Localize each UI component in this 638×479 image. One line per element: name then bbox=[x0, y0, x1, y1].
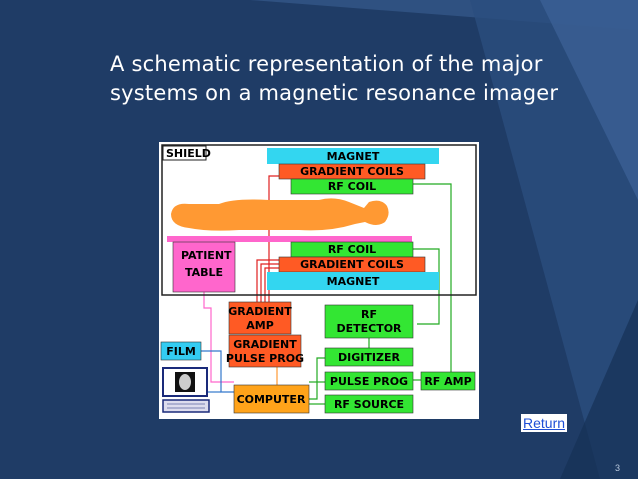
computer-label: COMPUTER bbox=[237, 393, 306, 406]
gradient-amp-label-line-2: AMP bbox=[246, 319, 274, 332]
film-label: FILM bbox=[166, 345, 196, 358]
gradient-coils-bottom-label: GRADIENT COILS bbox=[300, 258, 404, 271]
slide-title: A schematic representation of the major … bbox=[110, 50, 610, 108]
magnet-bottom-label: MAGNET bbox=[327, 275, 380, 288]
patient-figure bbox=[171, 198, 389, 231]
rf-detector-label-line-2: DETECTOR bbox=[336, 322, 402, 335]
gradient-pulse-prog-label-line-1: GRADIENT bbox=[233, 338, 297, 351]
rf-coil-bottom-label: RF COIL bbox=[328, 243, 376, 256]
rf-detector-label-line-1: RF bbox=[361, 308, 377, 321]
patient-table-label-line-1: PATIENT bbox=[181, 249, 232, 262]
gradient-pulse-prog-label-line-2: PULSE PROG bbox=[226, 352, 304, 365]
rf-amp-label: RF AMP bbox=[424, 375, 471, 388]
pulse-prog-label: PULSE PROG bbox=[330, 375, 408, 388]
mri-schematic-diagram: SHIELD MAGNET GRADIENT COILS RF COIL PAT… bbox=[159, 142, 479, 419]
connector-computer-to-digitizer bbox=[309, 357, 325, 400]
mri-scan-image-icon bbox=[179, 374, 191, 390]
rf-coil-top-label: RF COIL bbox=[328, 180, 376, 193]
rf-source-label: RF SOURCE bbox=[334, 398, 404, 411]
gradient-coils-top-label: GRADIENT COILS bbox=[300, 165, 404, 178]
magnet-top-label: MAGNET bbox=[327, 150, 380, 163]
slide-title-line-1: A schematic representation of the major bbox=[110, 52, 543, 76]
gradient-amp-label-line-1: GRADIENT bbox=[228, 305, 292, 318]
digitizer-label: DIGITIZER bbox=[338, 351, 400, 364]
page-number: 3 bbox=[615, 463, 621, 473]
shield-label: SHIELD bbox=[166, 147, 211, 160]
patient-table-label-line-2: TABLE bbox=[185, 266, 223, 279]
patient-table-top bbox=[167, 236, 412, 242]
slide-title-line-2: systems on a magnetic resonance imager bbox=[110, 81, 559, 105]
keyboard-icon bbox=[162, 399, 210, 413]
return-link[interactable]: Return bbox=[521, 414, 568, 432]
